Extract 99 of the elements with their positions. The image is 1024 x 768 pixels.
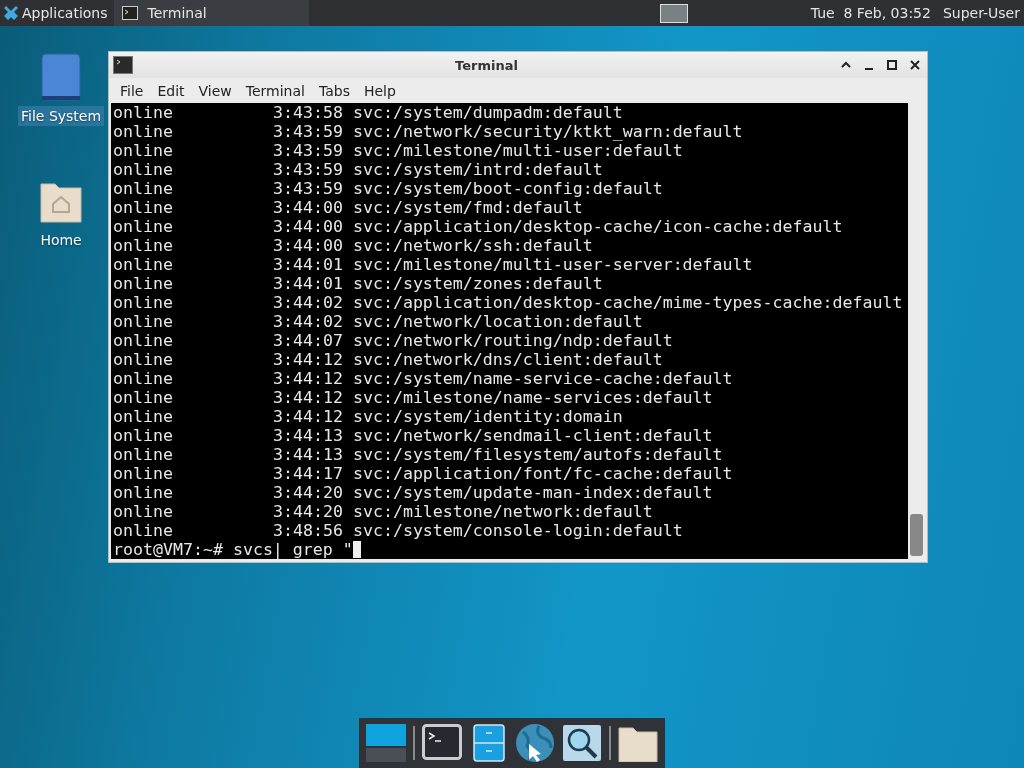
service-state: online [113, 426, 174, 445]
service-time: 3:44:00 [273, 198, 343, 217]
applications-menu[interactable]: Applications [0, 0, 114, 26]
service-name: svc:/system/name-service-cache:default [352, 369, 733, 388]
service-time: 3:44:02 [273, 312, 343, 331]
service-state: online [113, 502, 174, 521]
service-time: 3:43:59 [273, 122, 343, 141]
service-name: svc:/system/zones:default [352, 274, 603, 293]
service-time: 3:44:12 [273, 388, 343, 407]
menu-item[interactable]: Terminal [238, 82, 312, 99]
service-name: svc:/application/desktop-cache/mime-types-cache:default [352, 293, 903, 312]
service-name: svc:/milestone/multi-user-server:default [352, 255, 753, 274]
service-name: svc:/milestone/network:default [352, 502, 653, 521]
menu-item[interactable]: View [191, 82, 239, 99]
xfce-logo-icon [4, 6, 18, 20]
service-time: 3:44:07 [273, 331, 343, 350]
workspace-switcher[interactable] [366, 724, 407, 762]
service-state: online [113, 483, 174, 502]
service-state: online [113, 198, 174, 217]
folder-icon[interactable] [617, 724, 658, 762]
menu-item[interactable]: Help [356, 82, 403, 99]
command-text: svcs| grep " [232, 540, 353, 559]
terminal-icon [121, 6, 138, 20]
search-icon[interactable] [562, 724, 603, 762]
menu-item[interactable]: File [113, 82, 151, 99]
service-state: online [113, 293, 174, 312]
service-state: online [113, 521, 174, 540]
globe-icon[interactable] [515, 724, 556, 762]
service-name: svc:/system/identity:domain [352, 407, 623, 426]
service-time: 3:44:20 [273, 502, 343, 521]
menu-item[interactable]: Tabs [311, 82, 357, 99]
service-time: 3:44:12 [273, 407, 343, 426]
service-state: online [113, 141, 174, 160]
icon-label[interactable]: Home [37, 230, 85, 250]
service-name: svc:/network/sendmail-client:default [352, 426, 713, 445]
service-state: online [113, 179, 174, 198]
icon-label[interactable]: File System [18, 106, 105, 126]
service-name: svc:/system/filesystem/autofs:default [352, 445, 723, 464]
service-name: svc:/application/desktop-cache/icon-cache:default [352, 217, 843, 236]
service-time: 3:43:59 [273, 141, 343, 160]
service-state: online [113, 160, 174, 179]
service-name: svc:/milestone/multi-user:default [352, 141, 683, 160]
service-state: online [113, 217, 174, 236]
service-time: 3:44:00 [273, 217, 343, 236]
service-state: online [113, 103, 174, 122]
service-name: svc:/system/intrd:default [352, 160, 603, 179]
service-name: svc:/system/fmd:default [352, 198, 583, 217]
service-state: online [113, 312, 174, 331]
service-time: 3:44:13 [273, 426, 343, 445]
service-time: 3:44:13 [273, 445, 343, 464]
shell-prompt: root@VM7:~# [113, 540, 223, 559]
service-name: svc:/network/dns/client:default [352, 350, 663, 369]
service-state: online [113, 369, 174, 388]
service-state: online [113, 274, 174, 293]
maximize-icon[interactable] [886, 59, 898, 72]
service-name: svc:/system/console-login:default [352, 521, 683, 540]
scrollbar[interactable] [908, 103, 925, 559]
service-time: 3:43:59 [273, 179, 343, 198]
service-state: online [113, 122, 174, 141]
user-menu[interactable]: Super-User [942, 5, 1020, 21]
drive-icon[interactable] [39, 52, 84, 102]
service-time: 3:44:17 [273, 464, 343, 483]
text-cursor [352, 541, 361, 558]
service-time: 3:44:01 [273, 274, 343, 293]
service-state: online [113, 255, 174, 274]
service-name: svc:/system/boot-config:default [352, 179, 663, 198]
service-state: online [113, 445, 174, 464]
scrollbar-thumb[interactable] [910, 514, 923, 556]
service-state: online [113, 350, 174, 369]
service-name: svc:/network/routing/ndp:default [352, 331, 673, 350]
workspace-switcher[interactable] [659, 3, 688, 23]
clock: Tue 8 Feb, 03:52 [810, 5, 931, 21]
service-time: 3:48:56 [273, 521, 343, 540]
service-state: online [113, 236, 174, 255]
service-time: 3:44:02 [273, 293, 343, 312]
service-time: 3:44:00 [273, 236, 343, 255]
service-time: 3:44:20 [273, 483, 343, 502]
close-icon[interactable] [909, 59, 921, 72]
service-name: svc:/network/security/ktkt_warn:default [352, 122, 743, 141]
service-state: online [113, 407, 174, 426]
service-time: 3:43:59 [273, 160, 343, 179]
service-name: svc:/system/dumpadm:default [352, 103, 623, 122]
taskbar-button[interactable]: Terminal [113, 0, 309, 26]
service-state: online [113, 388, 174, 407]
terminal-icon [113, 56, 133, 75]
service-name: svc:/milestone/name-services:default [352, 388, 713, 407]
service-name: svc:/network/location:default [352, 312, 643, 331]
service-name: svc:/network/ssh:default [352, 236, 593, 255]
service-time: 3:44:01 [273, 255, 343, 274]
service-state: online [113, 464, 174, 483]
service-time: 3:44:12 [273, 369, 343, 388]
service-name: svc:/application/font/fc-cache:default [352, 464, 733, 483]
service-name: svc:/system/update-man-index:default [352, 483, 713, 502]
service-state: online [113, 331, 174, 350]
terminal-icon[interactable] [421, 724, 462, 762]
window-title: Terminal [454, 57, 519, 73]
service-time: 3:43:58 [273, 103, 343, 122]
service-time: 3:44:12 [273, 350, 343, 369]
menu-item[interactable]: Edit [150, 82, 192, 99]
